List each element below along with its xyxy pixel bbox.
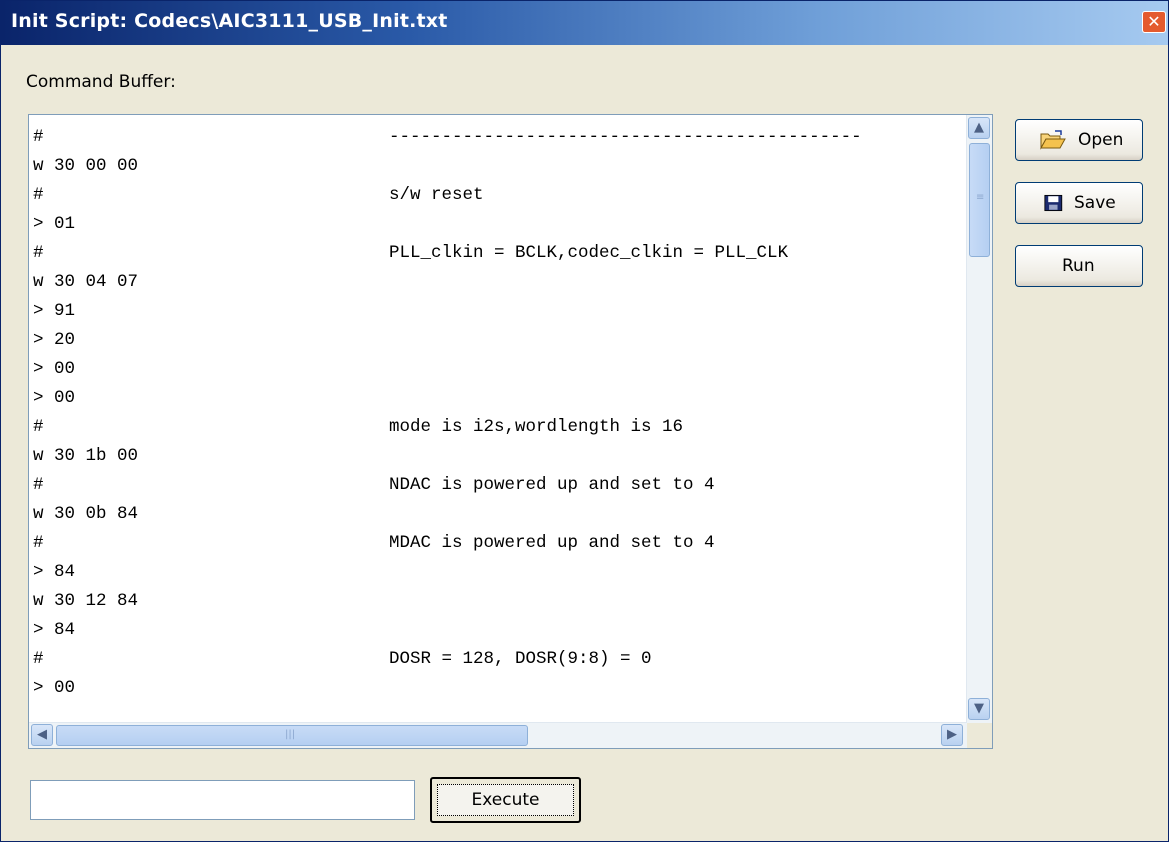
window-title: Init Script: Codecs\AIC3111_USB_Init.txt bbox=[11, 10, 448, 32]
execute-button-label: Execute bbox=[437, 784, 574, 816]
vertical-scroll-thumb[interactable]: ≡ bbox=[969, 143, 990, 257]
folder-open-icon bbox=[1040, 130, 1066, 150]
comment-text: PLL_clkin = BCLK,codec_clkin = PLL_CLK bbox=[389, 243, 789, 263]
comment-text: DOSR = 128, DOSR(9:8) = 0 bbox=[389, 649, 652, 669]
horizontal-scroll-thumb[interactable]: ||| bbox=[56, 725, 528, 746]
run-button-label: Run bbox=[1062, 256, 1095, 276]
command-text: w 30 00 00 bbox=[33, 156, 139, 176]
comment-text: NDAC is powered up and set to 4 bbox=[389, 475, 715, 495]
close-button[interactable]: ✕ bbox=[1142, 11, 1166, 33]
command-line: > 91 bbox=[33, 297, 968, 326]
command-text: > 20 bbox=[33, 330, 76, 350]
command-line: > 00 bbox=[33, 384, 968, 413]
vertical-scrollbar[interactable]: ▲ ≡ ▼ bbox=[966, 115, 992, 723]
command-line: > 84 bbox=[33, 616, 968, 645]
command-text: > 84 bbox=[33, 562, 76, 582]
command-line: # DOSR = 128, DOSR(9:8) = 0 bbox=[33, 645, 968, 674]
chevron-right-icon: ▶ bbox=[947, 727, 957, 742]
command-line: # PLL_clkin = BCLK,codec_clkin = PLL_CLK bbox=[33, 239, 968, 268]
comment-text: mode is i2s,wordlength is 16 bbox=[389, 417, 684, 437]
command-line: > 00 bbox=[33, 674, 968, 703]
horizontal-scrollbar[interactable]: ◀ ||| ▶ bbox=[29, 722, 967, 748]
command-line: # ---------------------------------------… bbox=[33, 123, 968, 152]
execute-button[interactable]: Execute bbox=[430, 777, 581, 823]
save-button-label: Save bbox=[1074, 193, 1116, 213]
command-input[interactable] bbox=[30, 780, 415, 820]
close-icon: ✕ bbox=[1147, 12, 1161, 31]
command-line: # MDAC is powered up and set to 4 bbox=[33, 529, 968, 558]
comment-text: s/w reset bbox=[389, 185, 484, 205]
command-text: # bbox=[33, 243, 44, 263]
command-text: # bbox=[33, 533, 44, 553]
command-line: > 20 bbox=[33, 326, 968, 355]
chevron-left-icon: ◀ bbox=[37, 727, 47, 742]
chevron-down-icon: ▼ bbox=[974, 701, 984, 716]
floppy-disk-icon bbox=[1044, 194, 1063, 212]
command-text: > 00 bbox=[33, 359, 76, 379]
grip-icon: ||| bbox=[285, 729, 296, 740]
command-line: w 30 12 84 bbox=[33, 587, 968, 616]
open-button[interactable]: Open bbox=[1015, 119, 1143, 161]
chevron-up-icon: ▲ bbox=[974, 120, 984, 135]
scroll-up-button[interactable]: ▲ bbox=[968, 117, 990, 139]
save-button[interactable]: Save bbox=[1015, 182, 1143, 224]
scroll-right-button[interactable]: ▶ bbox=[941, 724, 963, 746]
command-buffer-label: Command Buffer: bbox=[26, 72, 176, 92]
command-line: w 30 00 00 bbox=[33, 152, 968, 181]
comment-text: MDAC is powered up and set to 4 bbox=[389, 533, 715, 553]
open-button-label: Open bbox=[1078, 130, 1124, 150]
command-line: # s/w reset bbox=[33, 181, 968, 210]
comment-text: ----------------------------------------… bbox=[389, 127, 862, 147]
command-text: # bbox=[33, 127, 44, 147]
title-bar[interactable]: Init Script: Codecs\AIC3111_USB_Init.txt… bbox=[1, 1, 1168, 45]
command-buffer-textarea[interactable]: # ---------------------------------------… bbox=[28, 114, 993, 749]
command-text: w 30 1b 00 bbox=[33, 446, 139, 466]
command-line: > 00 bbox=[33, 355, 968, 384]
command-line: w 30 0b 84 bbox=[33, 500, 968, 529]
command-text: > 84 bbox=[33, 620, 76, 640]
command-text: > 01 bbox=[33, 214, 76, 234]
scroll-down-button[interactable]: ▼ bbox=[968, 698, 990, 720]
command-text: # bbox=[33, 649, 44, 669]
run-button[interactable]: Run bbox=[1015, 245, 1143, 287]
command-text: w 30 0b 84 bbox=[33, 504, 139, 524]
command-text: w 30 12 84 bbox=[33, 591, 139, 611]
command-line: # mode is i2s,wordlength is 16 bbox=[33, 413, 968, 442]
command-text: # bbox=[33, 185, 44, 205]
command-buffer-content[interactable]: # ---------------------------------------… bbox=[33, 123, 968, 713]
command-line: > 84 bbox=[33, 558, 968, 587]
command-text: w 30 04 07 bbox=[33, 272, 139, 292]
scrollbar-corner bbox=[967, 723, 992, 748]
command-text: # bbox=[33, 475, 44, 495]
command-text: # bbox=[33, 417, 44, 437]
command-line: > 01 bbox=[33, 210, 968, 239]
command-line: # NDAC is powered up and set to 4 bbox=[33, 471, 968, 500]
command-text: > 00 bbox=[33, 678, 76, 698]
command-line: w 30 04 07 bbox=[33, 268, 968, 297]
command-line: w 30 1b 00 bbox=[33, 442, 968, 471]
grip-icon: ≡ bbox=[976, 192, 985, 203]
command-text: > 00 bbox=[33, 388, 76, 408]
init-script-window: Init Script: Codecs\AIC3111_USB_Init.txt… bbox=[0, 0, 1169, 842]
command-text: > 91 bbox=[33, 301, 76, 321]
scroll-left-button[interactable]: ◀ bbox=[31, 724, 53, 746]
